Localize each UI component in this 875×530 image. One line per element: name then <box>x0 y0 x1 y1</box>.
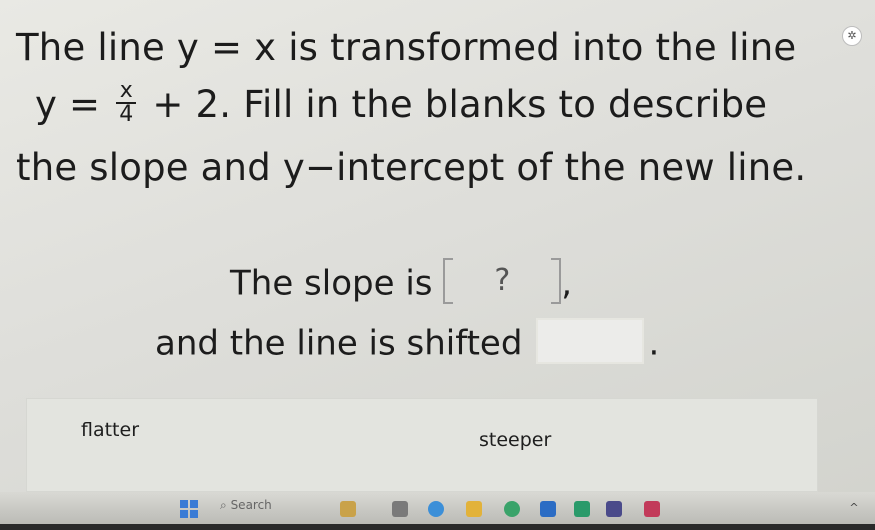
shift-sentence: and the line is shifted. <box>155 318 660 368</box>
taskbar-app-icon[interactable] <box>392 501 408 517</box>
search-label: Search <box>230 498 272 512</box>
taskbar-app-icon[interactable] <box>606 501 622 517</box>
slope-suffix: , <box>561 263 573 304</box>
equation-suffix: + 2. Fill in the blanks to describe <box>140 83 768 126</box>
taskbar-app-icon[interactable] <box>574 501 590 517</box>
search-icon: ⌕ <box>220 498 227 512</box>
fraction: x4 <box>116 79 137 127</box>
choice-steeper[interactable]: steeper <box>479 429 551 451</box>
taskbar-search[interactable]: ⌕ Search <box>220 498 272 513</box>
fraction-numerator: x <box>116 79 137 104</box>
windows-start-icon[interactable] <box>180 500 198 518</box>
shift-prefix: and the line is shifted <box>155 323 523 364</box>
shift-blank[interactable] <box>536 318 645 364</box>
question-line-3: the slope and y−intercept of the new lin… <box>16 146 807 189</box>
slope-sentence: The slope is ?, <box>230 258 573 308</box>
choice-flatter[interactable]: flatter <box>81 419 139 441</box>
accessibility-icon[interactable]: ✲ <box>842 26 862 46</box>
taskbar-app-icon[interactable] <box>504 501 520 517</box>
question-line-2: y = x4 + 2. Fill in the blanks to descri… <box>35 79 768 130</box>
screen-bezel <box>0 524 875 530</box>
question-line-1: The line y = x is transformed into the l… <box>16 26 797 69</box>
equation-prefix: y = <box>35 83 113 126</box>
answer-choices-tray: flatter steeper <box>26 398 818 492</box>
taskbar-app-icon[interactable] <box>340 501 356 517</box>
taskbar-app-icon[interactable] <box>644 501 660 517</box>
taskbar-app-icon[interactable] <box>428 501 444 517</box>
slope-blank[interactable]: ? <box>443 258 562 304</box>
shift-suffix: . <box>648 323 660 364</box>
fraction-denominator: 4 <box>119 101 134 127</box>
slope-prefix: The slope is <box>230 263 433 304</box>
chevron-up-icon[interactable]: ^ <box>846 501 862 517</box>
taskbar-app-icon[interactable] <box>466 501 482 517</box>
taskbar-app-icon[interactable] <box>540 501 556 517</box>
